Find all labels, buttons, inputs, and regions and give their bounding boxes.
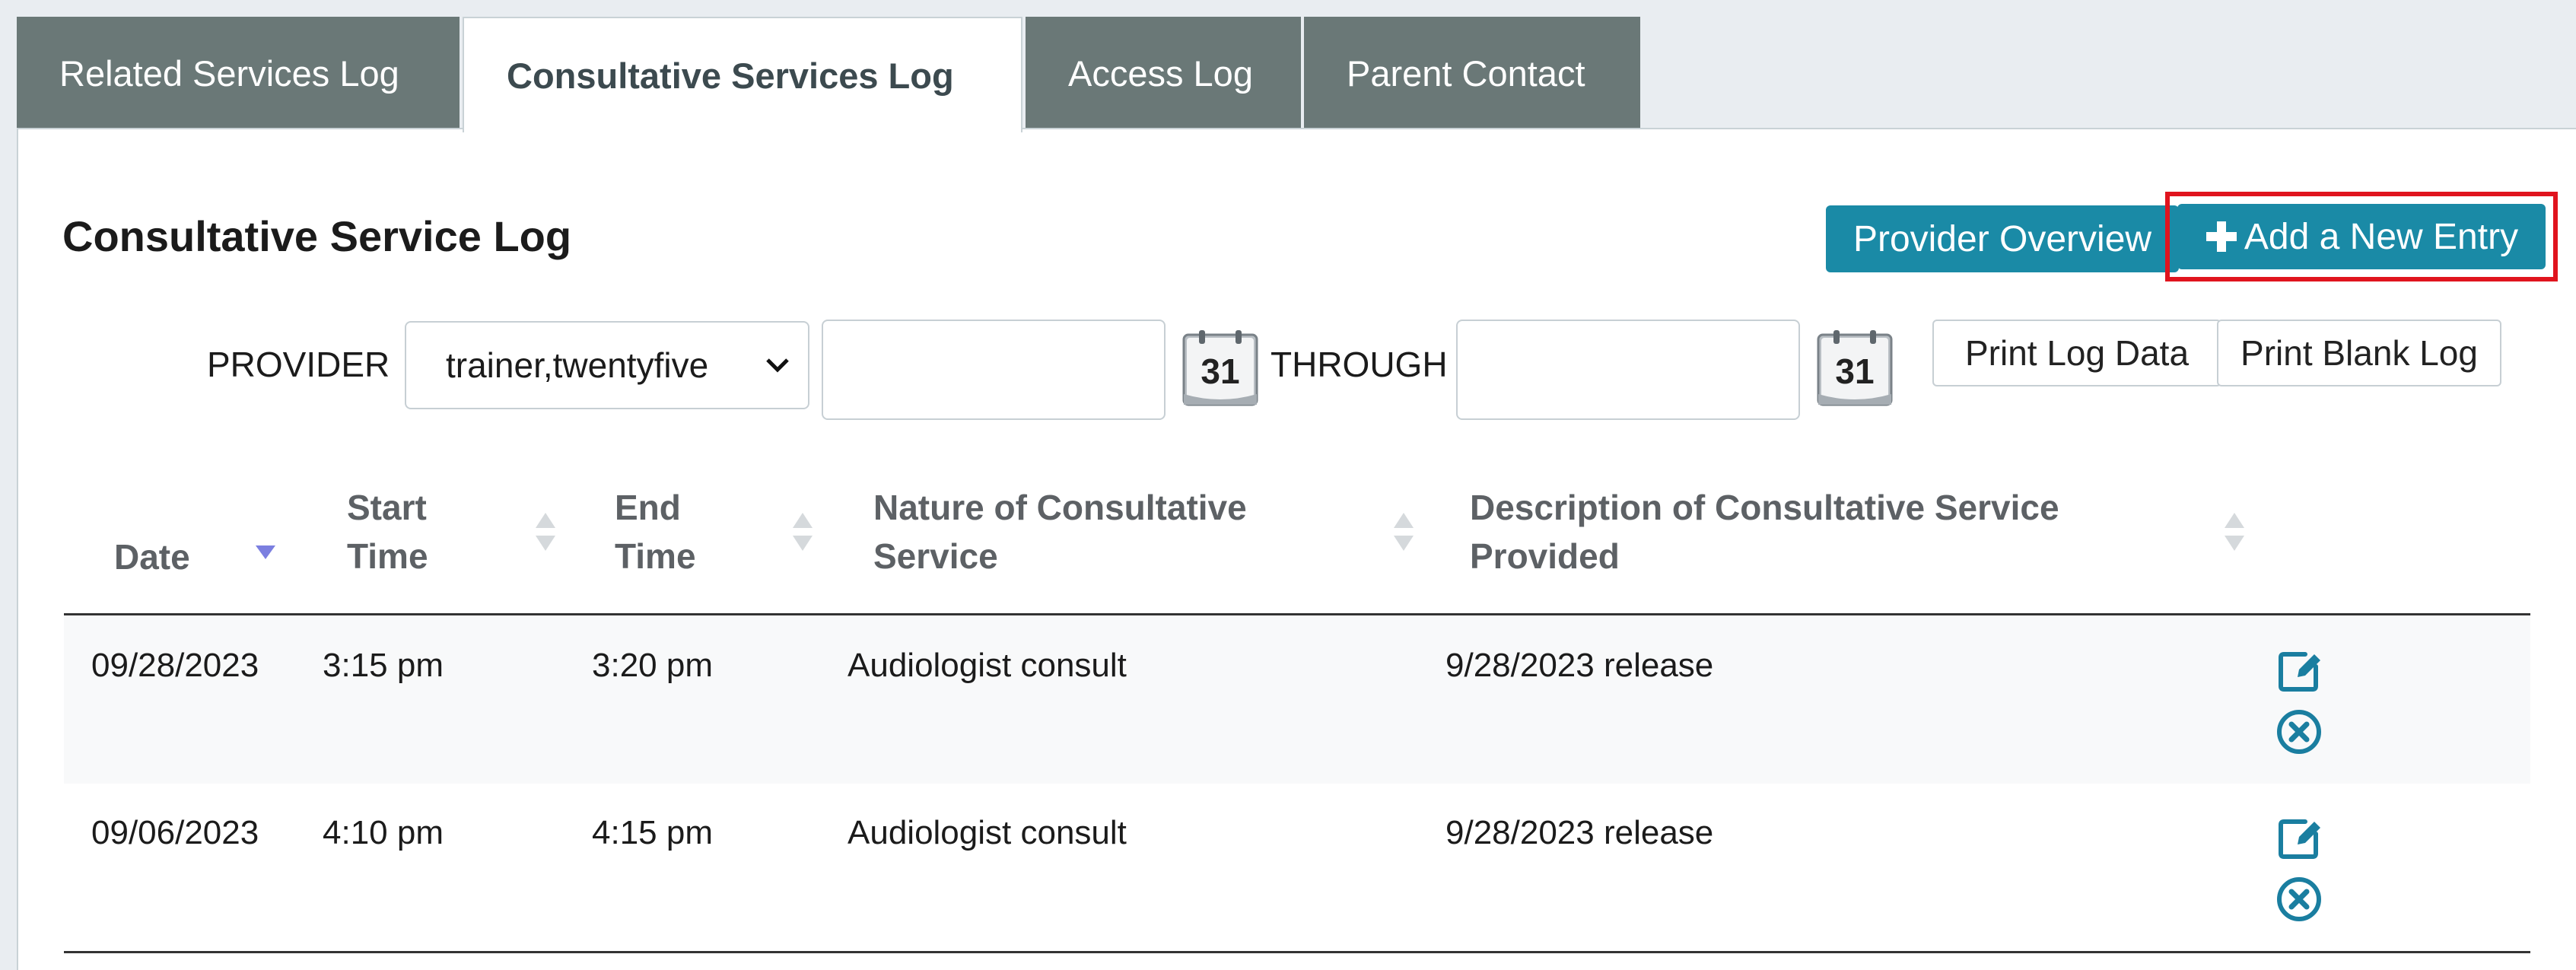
- through-date-input[interactable]: [1456, 320, 1800, 420]
- delete-circle-icon[interactable]: [2275, 875, 2323, 924]
- chevron-down-icon: [762, 350, 793, 380]
- table-row: 09/06/2023 4:10 pm 4:15 pm Audiologist c…: [64, 784, 2530, 951]
- column-header-desc-line1: Description of Consultative Service: [1470, 488, 2059, 527]
- consultative-log-panel: Consultative Service Log Provider Overvi…: [17, 128, 2576, 970]
- column-header-start-line1: Start: [347, 488, 427, 527]
- page-title: Consultative Service Log: [62, 212, 572, 260]
- column-header-end-time[interactable]: End Time: [615, 483, 696, 580]
- calendar-day-label: 31: [1201, 351, 1239, 391]
- edit-icon[interactable]: [2275, 814, 2323, 863]
- cell-start-time: 3:15 pm: [323, 647, 444, 684]
- edit-icon[interactable]: [2275, 647, 2323, 695]
- sort-both-icon[interactable]: [791, 510, 814, 555]
- column-header-nature-line2: Service: [873, 536, 998, 576]
- table-bottom-divider: [64, 951, 2530, 953]
- from-date-input[interactable]: [822, 320, 1166, 420]
- add-new-entry-label: Add a New Entry: [2244, 216, 2519, 257]
- calendar-icon[interactable]: 31: [1178, 329, 1263, 411]
- cell-date: 09/28/2023: [91, 647, 259, 684]
- print-log-data-button[interactable]: Print Log Data: [1932, 320, 2221, 386]
- column-header-description[interactable]: Description of Consultative Service Prov…: [1470, 483, 2059, 580]
- column-header-start-time[interactable]: Start Time: [347, 483, 428, 580]
- tab-consultative-services-log[interactable]: Consultative Services Log: [463, 17, 1022, 132]
- calendar-day-label: 31: [1835, 351, 1874, 391]
- delete-circle-icon[interactable]: [2275, 708, 2323, 756]
- through-label: THROUGH: [1271, 345, 1448, 384]
- column-header-date[interactable]: Date: [114, 533, 190, 581]
- cell-description: 9/28/2023 release: [1445, 647, 1714, 684]
- column-header-nature-line1: Nature of Consultative: [873, 488, 1247, 527]
- column-header-desc-line2: Provided: [1470, 536, 1620, 576]
- print-blank-log-button[interactable]: Print Blank Log: [2217, 320, 2501, 386]
- sort-both-icon[interactable]: [534, 510, 557, 555]
- cell-start-time: 4:10 pm: [323, 814, 444, 851]
- plus-icon: [2206, 221, 2237, 252]
- sort-desc-icon[interactable]: [254, 529, 277, 574]
- add-new-entry-button[interactable]: Add a New Entry: [2177, 204, 2546, 269]
- tab-parent-contact[interactable]: Parent Contact: [1304, 17, 1640, 129]
- column-header-end-line1: End: [615, 488, 681, 527]
- cell-end-time: 3:20 pm: [592, 647, 713, 684]
- cell-nature: Audiologist consult: [848, 814, 1127, 851]
- table-header-divider: [64, 613, 2530, 615]
- sort-both-icon[interactable]: [2223, 510, 2246, 555]
- table-row: 09/28/2023 3:15 pm 3:20 pm Audiologist c…: [64, 616, 2530, 784]
- cell-date: 09/06/2023: [91, 814, 259, 851]
- cell-nature: Audiologist consult: [848, 647, 1127, 684]
- sort-both-icon[interactable]: [1392, 510, 1415, 555]
- provider-label: PROVIDER: [207, 345, 390, 384]
- tab-access-log[interactable]: Access Log: [1026, 17, 1301, 129]
- tab-related-services-log[interactable]: Related Services Log: [17, 17, 460, 129]
- column-header-end-line2: Time: [615, 536, 696, 576]
- provider-select[interactable]: trainer,twentyfive: [405, 321, 809, 409]
- tab-bar: Related Services Log Consultative Servic…: [17, 17, 1643, 132]
- provider-overview-button[interactable]: Provider Overview: [1826, 205, 2179, 272]
- column-header-nature[interactable]: Nature of Consultative Service: [873, 483, 1247, 580]
- calendar-icon[interactable]: 31: [1812, 329, 1897, 411]
- cell-end-time: 4:15 pm: [592, 814, 713, 851]
- column-header-start-line2: Time: [347, 536, 428, 576]
- provider-select-value: trainer,twentyfive: [446, 345, 709, 385]
- cell-description: 9/28/2023 release: [1445, 814, 1714, 851]
